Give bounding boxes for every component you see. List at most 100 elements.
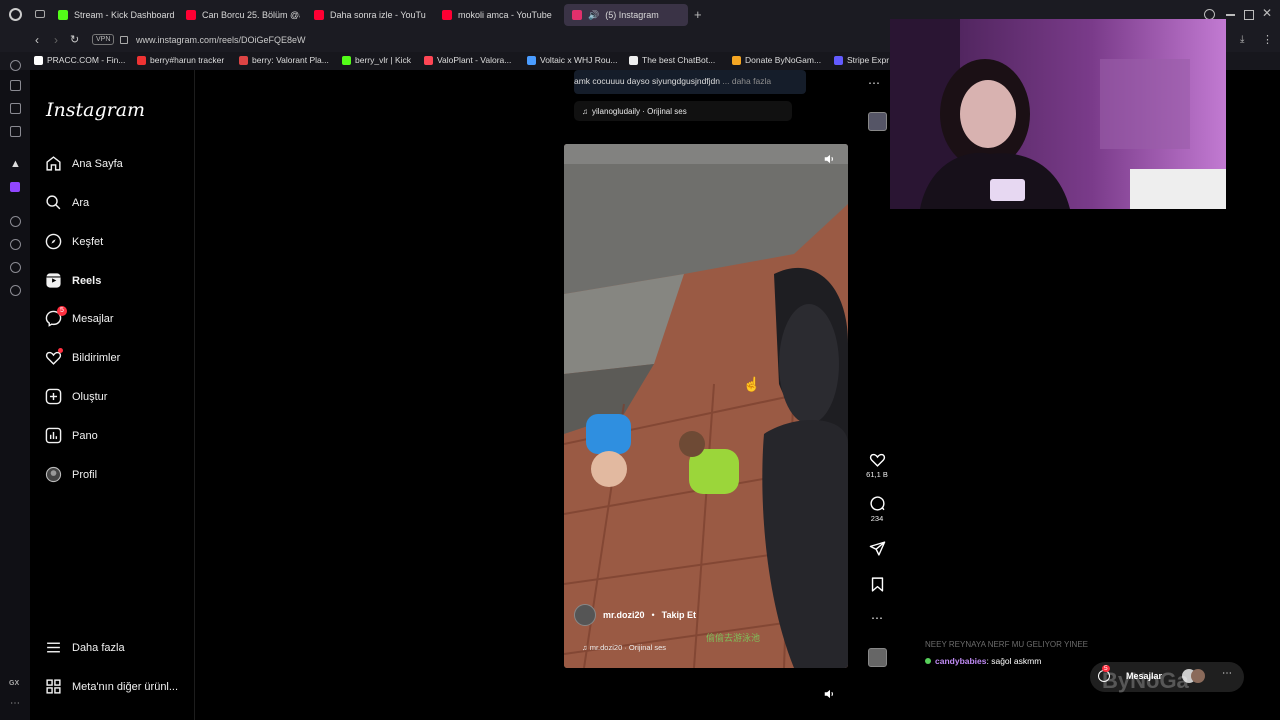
vpn-badge[interactable]: VPN	[92, 34, 115, 45]
reel-author[interactable]: mr.dozi20 • Takip Et	[574, 604, 696, 626]
reel-video[interactable]	[564, 144, 848, 668]
save-button[interactable]	[866, 576, 888, 595]
reel-video-frame	[564, 144, 848, 668]
tab-kick-dashboard[interactable]: Stream - Kick Dashboard	[58, 4, 180, 26]
stripe-icon	[834, 55, 843, 65]
browser-menu-icon[interactable]: ⋮	[1262, 33, 1273, 46]
close-window-button[interactable]: ✕	[1262, 6, 1272, 20]
volume-icon[interactable]	[823, 152, 841, 170]
bookmark-harun-tracker[interactable]: berry#harun tracker	[137, 55, 224, 65]
heart-icon	[869, 453, 885, 467]
compass-icon	[45, 233, 62, 250]
nav-dashboard[interactable]: Pano	[45, 427, 98, 444]
nav-reels[interactable]: Reels	[45, 272, 101, 289]
separator-dot: •	[651, 610, 655, 620]
tab-instagram[interactable]: 🔊 (5) Instagram	[564, 4, 688, 26]
speed-dial-icon[interactable]	[10, 60, 21, 71]
kick-icon	[58, 10, 68, 20]
meta-grid-icon	[46, 679, 61, 694]
avatar-icon	[45, 466, 62, 483]
bookmark-donate[interactable]: Donate ByNoGam...	[732, 55, 821, 65]
reel-audio[interactable]: ♫ mr.dozi20 · Orijinal ses	[582, 643, 666, 652]
nav-search[interactable]: Ara	[45, 194, 89, 211]
nav-meta-products[interactable]: Meta'nın diğer ürünl...	[45, 678, 178, 695]
music-note-icon: ♫	[582, 106, 588, 116]
share-button[interactable]	[866, 540, 888, 559]
previous-reel-more-icon[interactable]: ⋯	[868, 76, 880, 90]
plus-square-icon	[45, 388, 62, 405]
nav-home[interactable]: Ana Sayfa	[45, 155, 123, 172]
chat-badge-icon	[925, 658, 931, 664]
bookmark-stripe[interactable]: Stripe Expr	[834, 55, 889, 65]
instagram-logo[interactable]: Instagram	[46, 99, 145, 121]
extensions-puzzle-icon[interactable]	[10, 262, 21, 273]
follow-button[interactable]: Takip Et	[662, 610, 696, 620]
youtube-icon	[442, 10, 452, 20]
tab-daha-sonra-izle[interactable]: Daha sonra izle - YouTub	[314, 4, 426, 26]
maximize-button[interactable]	[1244, 10, 1254, 20]
new-tab-button[interactable]: +	[694, 7, 702, 22]
player-icon[interactable]	[10, 216, 21, 227]
twitch-icon[interactable]	[10, 182, 20, 192]
settings-icon[interactable]	[10, 285, 21, 296]
messages-badge: 5	[57, 306, 67, 316]
nav-more[interactable]: Daha fazla	[45, 639, 125, 656]
gx-icon[interactable]: GX	[9, 680, 19, 687]
comment-button[interactable]: 234	[866, 495, 888, 523]
author-avatar[interactable]	[574, 604, 596, 626]
nav-explore[interactable]: Keşfet	[45, 233, 103, 250]
extensions-icon[interactable]	[10, 80, 21, 91]
bookmark-valoplant[interactable]: ValoPlant - Valora...	[424, 55, 511, 65]
nav-create[interactable]: Oluştur	[45, 388, 107, 405]
dashboard-icon	[45, 427, 62, 444]
workspaces-icon[interactable]	[35, 10, 45, 18]
valoplant-icon	[424, 55, 433, 65]
next-reel-volume-icon[interactable]	[823, 687, 841, 705]
bookmark-voltaic[interactable]: Voltaic x WHJ Rou...	[527, 55, 617, 65]
reload-button[interactable]: ↻	[70, 33, 79, 46]
chatbot-icon	[629, 55, 638, 65]
previous-reel-audio[interactable]: ♫ yilanogludaily · Orijinal ses	[574, 101, 792, 121]
nav-notifications[interactable]: Bildirimler	[45, 348, 120, 366]
tracker-icon	[137, 55, 146, 65]
tab-mokoli-amca[interactable]: mokoli amca - YouTube	[442, 4, 557, 26]
chat-message: candybabies: sağol askmm	[925, 656, 1041, 666]
author-username[interactable]: mr.dozi20	[603, 610, 645, 620]
forward-button[interactable]: ›	[54, 33, 58, 47]
caption-more-link[interactable]: ... daha fazla	[722, 76, 771, 86]
notification-dot	[58, 348, 63, 353]
comment-count: 234	[870, 514, 884, 523]
search-icon	[46, 195, 61, 210]
previous-reel-audio-thumbnail[interactable]	[868, 112, 887, 131]
hand-cursor-icon: ☝	[743, 376, 761, 392]
aria-icon[interactable]: ▲	[10, 158, 21, 170]
video-overlay-text: 偷偷去游泳池	[706, 633, 761, 643]
minimize-button[interactable]	[1226, 14, 1235, 16]
tab-can-borcu[interactable]: Can Borcu 25. Bölüm @at	[186, 4, 300, 26]
bookmark-valorant-player[interactable]: berry: Valorant Pla...	[239, 55, 329, 65]
opera-logo-icon[interactable]	[9, 8, 22, 21]
like-button[interactable]: 61,1 B	[866, 451, 888, 479]
rail-more-icon[interactable]: ⋯	[10, 698, 20, 709]
previous-reel-caption[interactable]: amk cocuuuu dayso siyungdgusjndfjdn ... …	[574, 76, 771, 86]
bookmark-berry-kick[interactable]: berry_vlr | Kick	[342, 55, 411, 65]
bookmark-chatbot[interactable]: The best ChatBot...	[629, 55, 715, 65]
reels-icon	[46, 273, 61, 288]
youtube-icon	[186, 10, 196, 20]
history-icon[interactable]	[10, 239, 21, 250]
bookmark-pracc[interactable]: PRACC.COM - Fin...	[34, 55, 125, 65]
nav-messages[interactable]: 5 Mesajlar	[45, 306, 114, 327]
browser-sidebar: ▲ GX ⋯	[0, 60, 30, 720]
kick-icon	[342, 55, 351, 65]
back-button[interactable]: ‹	[35, 33, 39, 47]
url-field[interactable]: www.instagram.com/reels/DOiGeFQE8eW	[136, 35, 306, 45]
download-icon[interactable]: ⤓	[1240, 34, 1244, 45]
home-icon	[46, 156, 61, 171]
reel-audio-thumbnail[interactable]	[868, 648, 887, 667]
nav-profile[interactable]: Profil	[45, 466, 97, 483]
mail-icon[interactable]	[10, 126, 21, 137]
lock-icon	[120, 36, 128, 44]
messages-more-icon[interactable]: ⋯	[1222, 668, 1232, 679]
pinboard-icon[interactable]	[10, 103, 21, 114]
reel-options-button[interactable]: ⋯	[866, 611, 888, 625]
